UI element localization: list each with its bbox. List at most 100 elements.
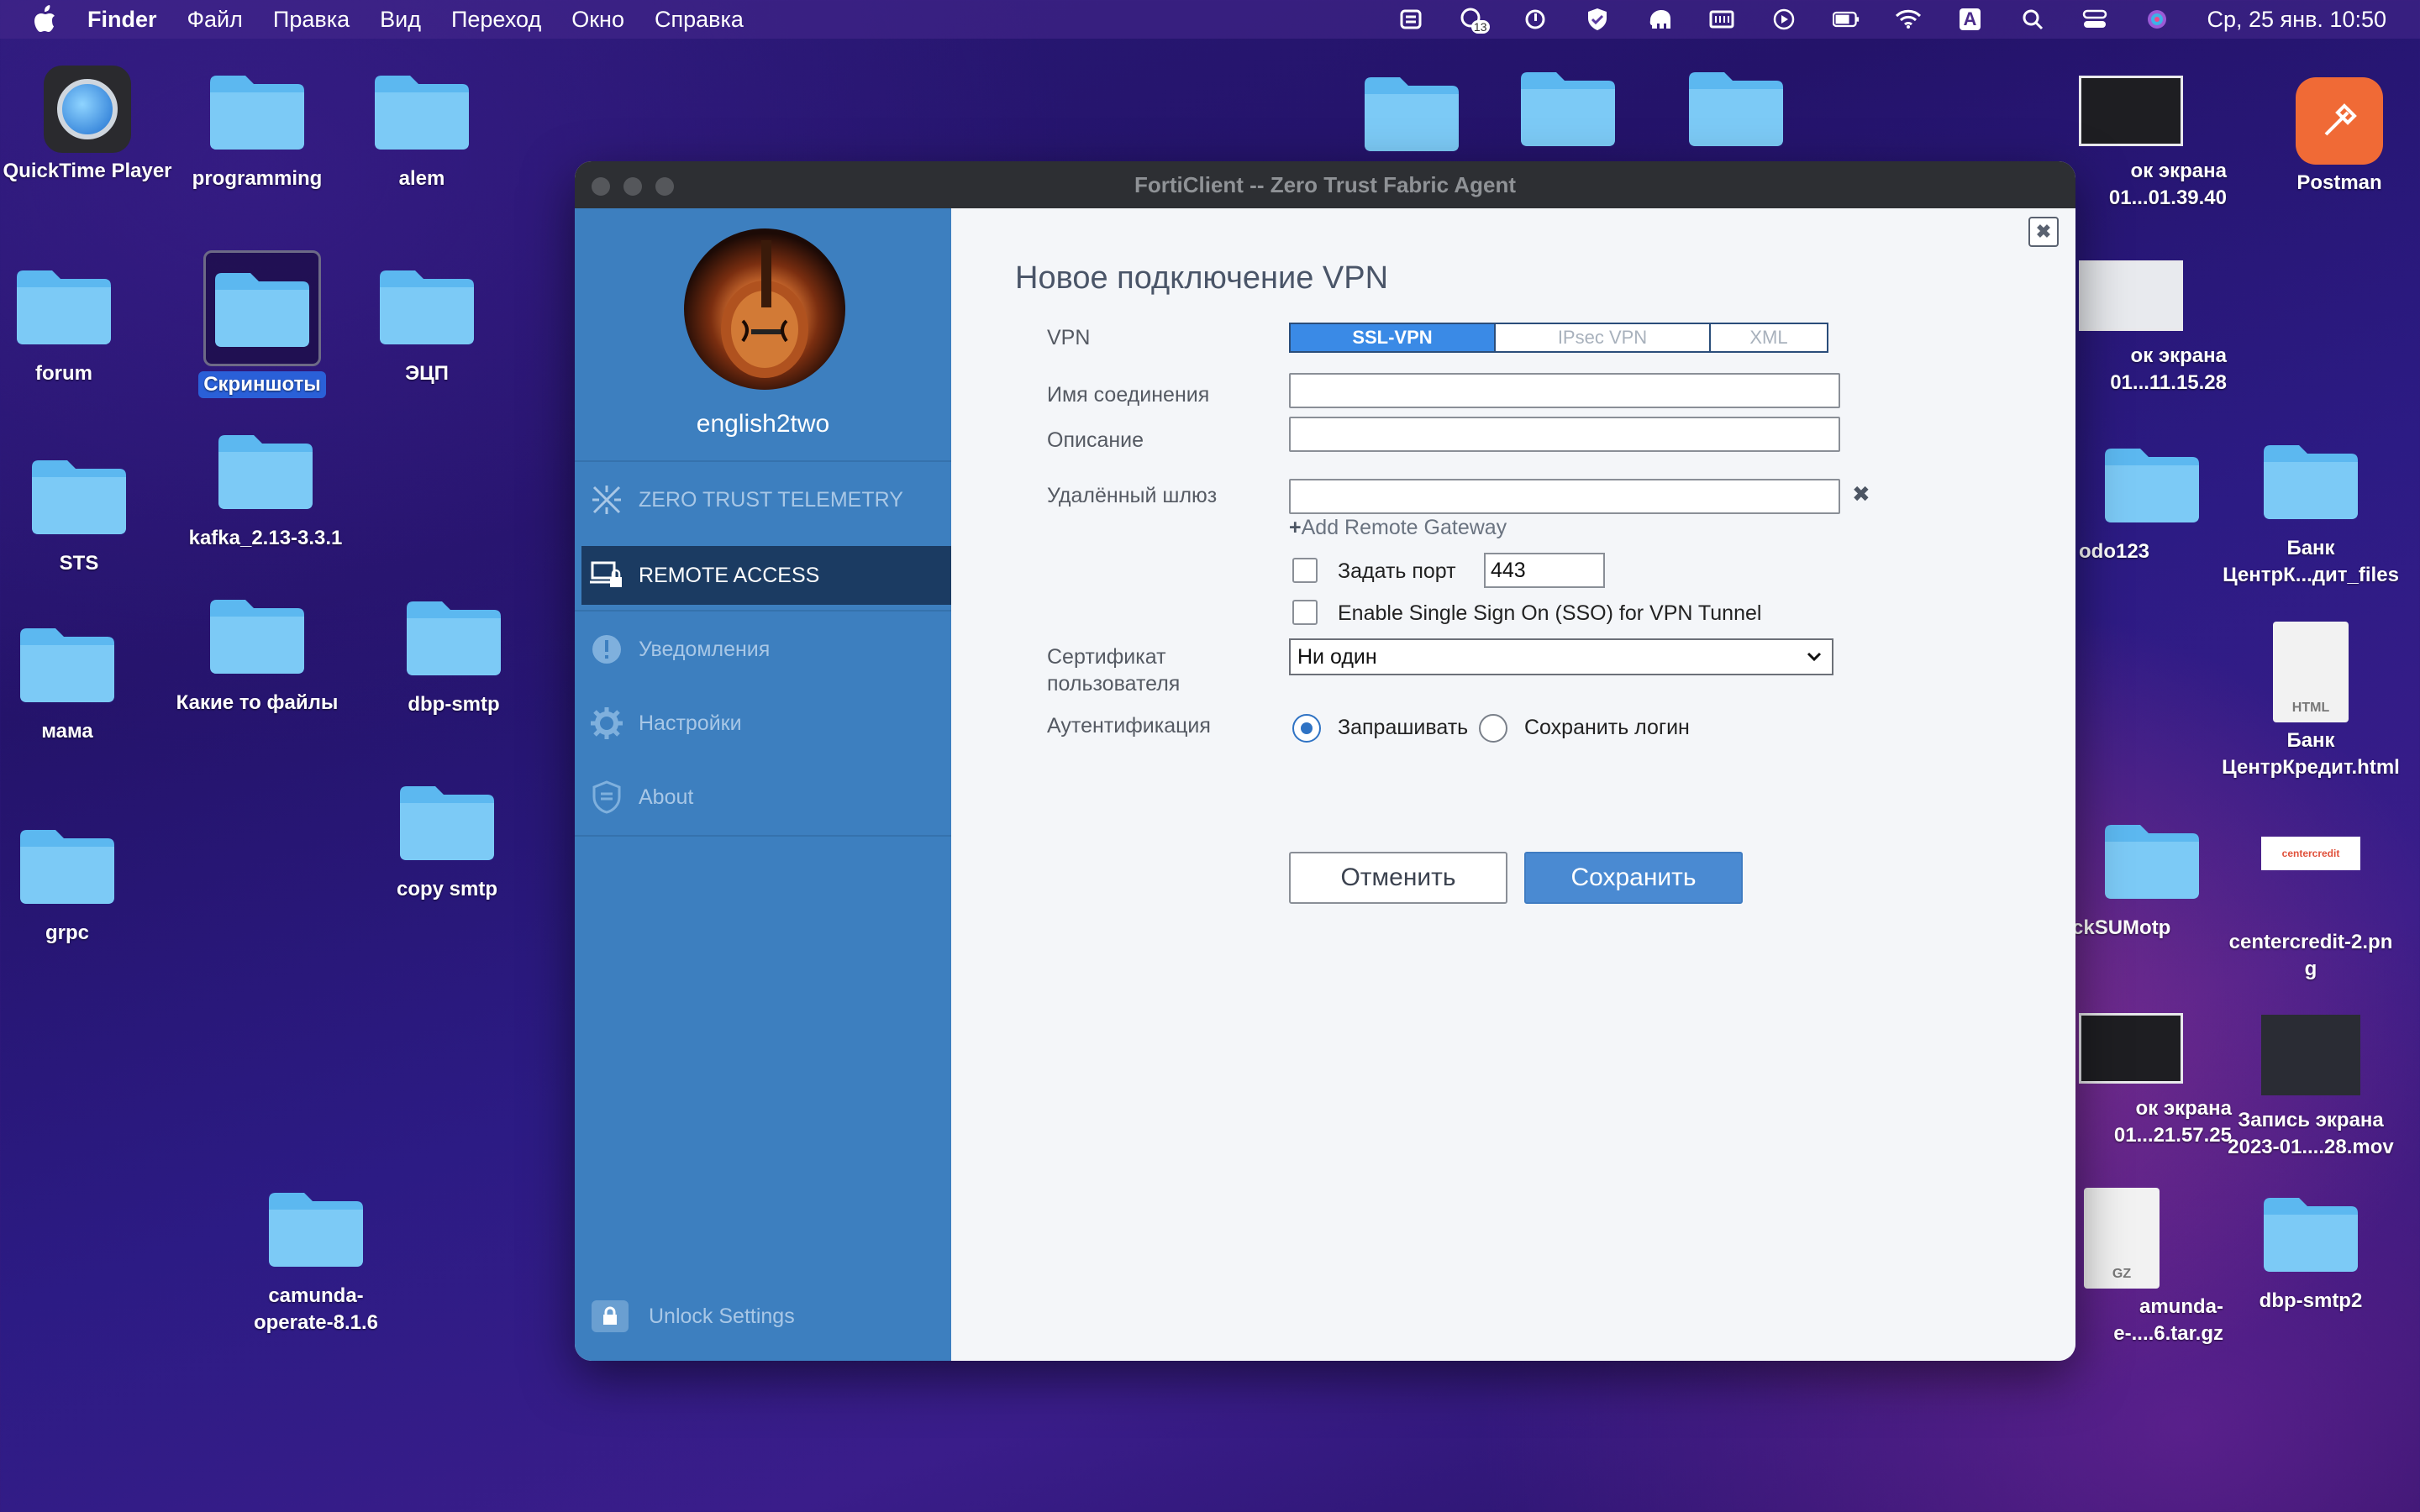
menu-edit[interactable]: Правка — [273, 7, 350, 33]
desktop-icon-grpc[interactable]: grpc — [0, 825, 168, 947]
minimize-window-button[interactable] — [623, 177, 642, 196]
save-button[interactable]: Сохранить — [1524, 852, 1743, 904]
forticlient-tray-icon[interactable] — [1397, 7, 1424, 32]
port-input[interactable]: 443 — [1484, 553, 1605, 588]
screenshot-thumbnail — [2079, 76, 2183, 146]
description-label: Описание — [1047, 428, 1144, 452]
desktop-icon-label: dbp-smtp — [408, 693, 500, 716]
sso-checkbox[interactable] — [1292, 600, 1318, 625]
desktop-icon-alem[interactable]: alem — [321, 71, 523, 192]
auth-save-login-label: Сохранить логин — [1524, 716, 1690, 739]
menu-finder[interactable]: Finder — [87, 7, 157, 33]
avatar — [684, 228, 845, 390]
html-file-icon: HTML — [2273, 622, 2349, 722]
add-remote-gateway-link[interactable]: +Add Remote Gateway — [1289, 516, 1507, 540]
menu-file[interactable]: Файл — [187, 7, 243, 33]
close-form-button[interactable]: ✖ — [2028, 217, 2059, 247]
cancel-button[interactable]: Отменить — [1289, 852, 1507, 904]
wifi-icon[interactable] — [1895, 7, 1922, 32]
desktop-icon-label: kafka_2.13-3.3.1 — [188, 527, 343, 549]
zoom-window-button[interactable] — [655, 177, 674, 196]
desktop-icon-bank-html[interactable]: HTML Банк ЦентрКредит.html — [2210, 622, 2412, 781]
nav-label: Уведомления — [639, 637, 771, 661]
desktop-icon-postman[interactable]: Postman — [2238, 77, 2420, 197]
screenshot-thumbnail — [2079, 260, 2183, 331]
connection-name-input[interactable] — [1289, 373, 1840, 408]
desktop-icon-label: alem — [398, 167, 445, 190]
desktop-icon-camunda[interactable]: camunda- operate-8.1.6 — [215, 1188, 417, 1336]
battery-icon[interactable] — [1832, 7, 1860, 32]
calendar-badge-icon[interactable]: 13 — [1460, 7, 1490, 34]
user-certificate-select[interactable]: Ни один — [1289, 638, 1833, 675]
folder-icon[interactable] — [1361, 72, 1462, 156]
spotlight-search-icon[interactable] — [2019, 7, 2046, 32]
set-port-label: Задать порт — [1338, 559, 1456, 583]
nav-settings[interactable]: Настройки — [575, 694, 951, 753]
desktop-icon-mama[interactable]: мама — [0, 623, 168, 745]
folder-icon — [375, 76, 469, 150]
close-window-button[interactable] — [592, 177, 610, 196]
settings-icon — [590, 706, 623, 740]
folder-icon — [215, 273, 309, 347]
selected-value: Ни один — [1297, 645, 1377, 669]
menu-go[interactable]: Переход — [451, 7, 541, 33]
nav-zero-trust-telemetry[interactable]: ZERO TRUST TELEMETRY — [575, 470, 951, 529]
vpn-form-panel: ✖ Новое подключение VPN VPN SSL-VPN IPse… — [951, 208, 2075, 1361]
tab-ipsec-vpn[interactable]: IPsec VPN — [1496, 324, 1711, 351]
desktop-icon-bank-files[interactable]: Банк ЦентрК...дит_files — [2210, 440, 2412, 589]
desktop-icon-label: Скриншоты — [198, 371, 326, 398]
remote-gateway-input[interactable] — [1289, 479, 1840, 514]
username: english2two — [696, 410, 830, 438]
shield-check-icon[interactable] — [1584, 7, 1611, 32]
forticlient-window: FortiClient -- Zero Trust Fabric Agent e… — [575, 161, 2075, 1361]
folder-icon — [210, 76, 304, 150]
about-icon — [590, 780, 623, 814]
play-icon[interactable] — [1770, 7, 1797, 32]
menu-window[interactable]: Окно — [571, 7, 624, 33]
nav-remote-access[interactable]: REMOTE ACCESS — [581, 546, 951, 605]
nav-about[interactable]: About — [575, 768, 951, 827]
folder-icon[interactable] — [1686, 67, 1786, 151]
alert-cloud-icon[interactable] — [1522, 7, 1549, 32]
menu-clock[interactable]: Ср, 25 янв. 10:50 — [2207, 7, 2387, 33]
remove-gateway-icon[interactable]: ✖ — [1852, 481, 1870, 507]
set-port-checkbox[interactable] — [1292, 558, 1318, 583]
desktop-icon-ecp[interactable]: ЭЦП — [326, 265, 528, 387]
memory-icon[interactable] — [1708, 7, 1735, 32]
desktop-icon-screen-recording[interactable]: Запись экрана 2023-01....28.mov — [2210, 1006, 2412, 1161]
elephant-icon[interactable] — [1646, 7, 1673, 32]
window-title: FortiClient -- Zero Trust Fabric Agent — [1134, 171, 1517, 197]
plus-icon: + — [1289, 516, 1302, 539]
tab-xml[interactable]: XML — [1711, 324, 1827, 351]
folder-icon[interactable] — [1518, 67, 1618, 151]
description-input[interactable] — [1289, 417, 1840, 452]
desktop-icon-dbp-smtp[interactable]: dbp-smtp — [353, 596, 555, 718]
input-source-icon[interactable]: A — [1957, 7, 1984, 32]
desktop-icon-label: Банк ЦентрК...дит_files — [2223, 537, 2399, 586]
unlock-settings[interactable]: Unlock Settings — [575, 1300, 951, 1332]
siri-icon[interactable] — [2144, 7, 2170, 32]
desktop-icon-label: STS — [59, 552, 99, 575]
desktop-icon-label: Какие то файлы — [176, 691, 339, 714]
tab-ssl-vpn[interactable]: SSL-VPN — [1291, 324, 1496, 351]
desktop-icon-kafka[interactable]: kafka_2.13-3.3.1 — [165, 430, 366, 552]
desktop-icon-label: forum — [35, 362, 92, 385]
desktop-icon-some-files[interactable]: Какие то файлы — [156, 595, 358, 717]
menu-help[interactable]: Справка — [655, 7, 744, 33]
desktop-icon-dbp-smtp2[interactable]: dbp-smtp2 — [2210, 1193, 2412, 1315]
window-titlebar[interactable]: FortiClient -- Zero Trust Fabric Agent — [575, 161, 2075, 208]
menu-view[interactable]: Вид — [380, 7, 421, 33]
add-gateway-label: Add Remote Gateway — [1301, 516, 1507, 539]
auth-save-login-radio[interactable] — [1479, 714, 1507, 743]
control-center-icon[interactable] — [2081, 7, 2108, 32]
notification-icon — [590, 633, 623, 666]
desktop-icon-copy-smtp[interactable]: copy smtp — [346, 781, 548, 903]
auth-prompt-radio[interactable] — [1292, 714, 1321, 743]
apple-icon[interactable] — [32, 5, 57, 34]
folder-icon — [32, 460, 126, 534]
desktop-icon-forum[interactable]: forum — [0, 265, 165, 387]
nav-notifications[interactable]: Уведомления — [575, 620, 951, 679]
desktop-icon-sts[interactable]: STS — [0, 455, 180, 577]
desktop-icon-centercredit-png[interactable]: centercredit centercredit-2.pn g — [2210, 837, 2412, 983]
telemetry-icon — [590, 483, 623, 517]
